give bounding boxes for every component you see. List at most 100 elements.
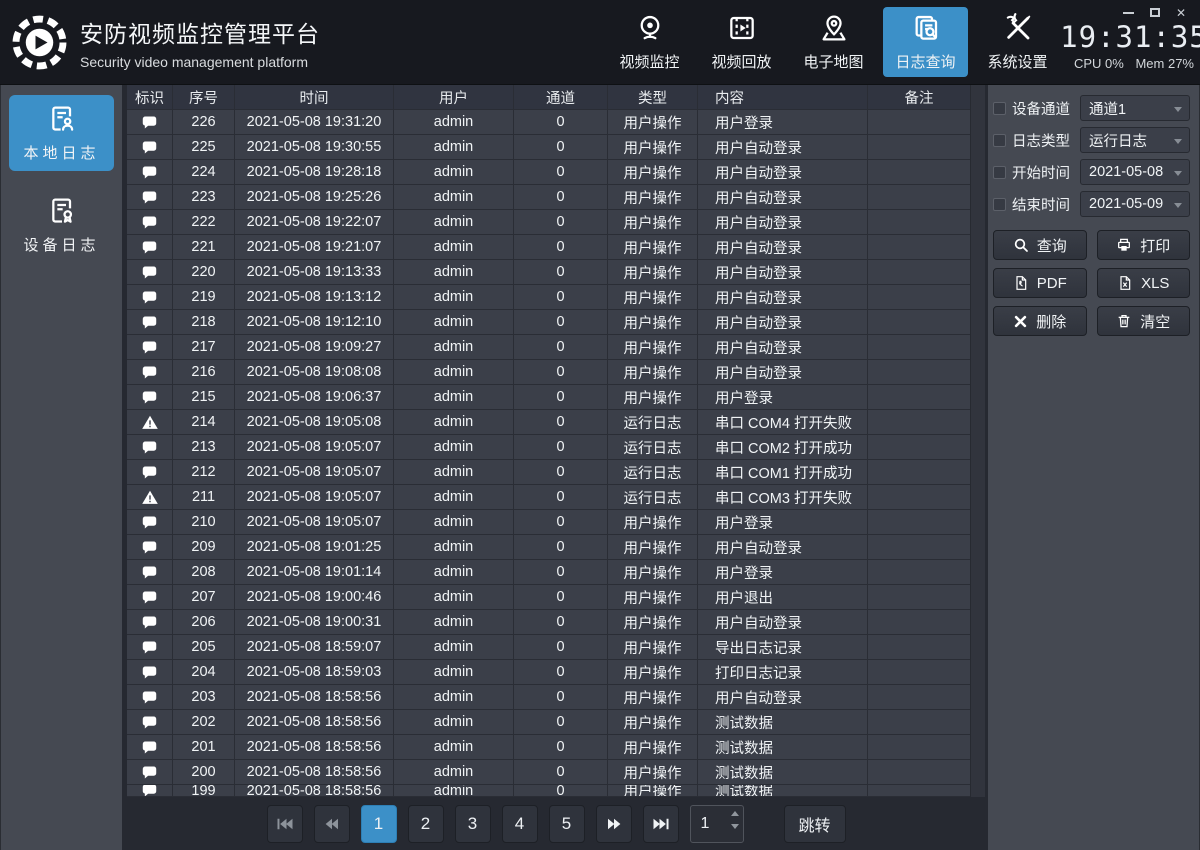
col-header-time: 时间 bbox=[235, 85, 394, 109]
last-page-icon bbox=[652, 817, 670, 831]
table-row[interactable]: 217 2021-05-08 19:09:27 admin 0 用户操作 用户自… bbox=[127, 335, 970, 360]
table-row[interactable]: 208 2021-05-08 19:01:14 admin 0 用户操作 用户登… bbox=[127, 560, 970, 585]
log-search-icon bbox=[910, 12, 942, 44]
table-row[interactable]: 223 2021-05-08 19:25:26 admin 0 用户操作 用户自… bbox=[127, 185, 970, 210]
maximize-icon[interactable] bbox=[1150, 8, 1160, 17]
pdf-file-icon bbox=[1013, 275, 1029, 291]
page-button[interactable]: 1 bbox=[361, 805, 397, 843]
close-icon[interactable]: ✕ bbox=[1176, 7, 1186, 19]
log-type-filter-checkbox[interactable] bbox=[993, 134, 1006, 147]
page-button[interactable]: 2 bbox=[408, 805, 444, 843]
end-time-filter-checkbox[interactable] bbox=[993, 198, 1006, 211]
table-row[interactable]: 214 2021-05-08 19:05:08 admin 0 运行日志 串口 … bbox=[127, 410, 970, 435]
page-button[interactable]: 3 bbox=[455, 805, 491, 843]
table-row[interactable]: 222 2021-05-08 19:22:07 admin 0 用户操作 用户自… bbox=[127, 210, 970, 235]
comment-icon bbox=[141, 114, 158, 131]
page-number-spinner[interactable] bbox=[690, 805, 744, 843]
col-header-number: 序号 bbox=[173, 85, 235, 109]
comment-icon bbox=[141, 689, 158, 706]
export-pdf-button[interactable]: PDF bbox=[993, 268, 1087, 298]
start-date-select[interactable]: 2021-05-08 bbox=[1080, 159, 1190, 185]
table-row[interactable]: 219 2021-05-08 19:13:12 admin 0 用户操作 用户自… bbox=[127, 285, 970, 310]
filter-start-time: 开始时间 2021-05-08 bbox=[993, 159, 1190, 185]
filter-device-channel: 设备通道 通道1 bbox=[993, 95, 1190, 121]
start-time-filter-checkbox[interactable] bbox=[993, 166, 1006, 179]
clear-button[interactable]: 清空 bbox=[1097, 306, 1191, 336]
page-button[interactable]: 4 bbox=[502, 805, 538, 843]
comment-icon bbox=[141, 464, 158, 481]
channel-select[interactable]: 通道1 bbox=[1080, 95, 1190, 121]
table-row[interactable]: 225 2021-05-08 19:30:55 admin 0 用户操作 用户自… bbox=[127, 135, 970, 160]
table-row[interactable]: 199 2021-05-08 18:58:56 admin 0 用户操作 测试数… bbox=[127, 785, 970, 797]
spinner-down-icon[interactable] bbox=[731, 824, 739, 829]
table-row[interactable]: 204 2021-05-08 18:59:03 admin 0 用户操作 打印日… bbox=[127, 660, 970, 685]
table-row[interactable]: 210 2021-05-08 19:05:07 admin 0 用户操作 用户登… bbox=[127, 510, 970, 535]
first-page-button[interactable] bbox=[267, 805, 303, 843]
nav-video-playback[interactable]: 视频回放 bbox=[699, 7, 784, 77]
search-button[interactable]: 查询 bbox=[993, 230, 1087, 260]
comment-icon bbox=[141, 764, 158, 781]
minimize-icon[interactable] bbox=[1123, 12, 1134, 14]
log-table: 标识 序号 时间 用户 通道 类型 内容 备注 226 2021-05-0 bbox=[127, 85, 970, 797]
table-row[interactable]: 213 2021-05-08 19:05:07 admin 0 运行日志 串口 … bbox=[127, 435, 970, 460]
table-row[interactable]: 201 2021-05-08 18:58:56 admin 0 用户操作 测试数… bbox=[127, 735, 970, 760]
table-row[interactable]: 215 2021-05-08 19:06:37 admin 0 用户操作 用户登… bbox=[127, 385, 970, 410]
sidebar-item-local-logs[interactable]: 本地日志 bbox=[9, 95, 114, 171]
export-xls-button[interactable]: XLS bbox=[1097, 268, 1191, 298]
comment-icon bbox=[141, 389, 158, 406]
table-row[interactable]: 200 2021-05-08 18:58:56 admin 0 用户操作 测试数… bbox=[127, 760, 970, 785]
log-table-header: 标识 序号 时间 用户 通道 类型 内容 备注 bbox=[127, 85, 970, 110]
local-log-icon bbox=[46, 103, 78, 135]
table-row[interactable]: 206 2021-05-08 19:00:31 admin 0 用户操作 用户自… bbox=[127, 610, 970, 635]
delete-button[interactable]: 删除 bbox=[993, 306, 1087, 336]
comment-icon bbox=[141, 714, 158, 731]
action-buttons: 查询 打印 PDF XL bbox=[993, 230, 1190, 336]
mem-usage: Mem 27% bbox=[1135, 56, 1194, 71]
system-status-box: ✕ 19:31:35 CPU 0% Mem 27% bbox=[1068, 0, 1200, 85]
table-scrollbar[interactable] bbox=[970, 85, 985, 797]
prev-page-button[interactable] bbox=[314, 805, 350, 843]
trash-icon bbox=[1116, 313, 1132, 329]
nav-system-settings[interactable]: 系统设置 bbox=[975, 7, 1060, 77]
print-button[interactable]: 打印 bbox=[1097, 230, 1191, 260]
table-row[interactable]: 220 2021-05-08 19:13:33 admin 0 用户操作 用户自… bbox=[127, 260, 970, 285]
table-row[interactable]: 211 2021-05-08 19:05:07 admin 0 运行日志 串口 … bbox=[127, 485, 970, 510]
next-page-button[interactable] bbox=[596, 805, 632, 843]
table-row[interactable]: 218 2021-05-08 19:12:10 admin 0 用户操作 用户自… bbox=[127, 310, 970, 335]
sidebar-item-device-logs[interactable]: 设备日志 bbox=[9, 187, 114, 263]
main-nav: 视频监控 视频回放 电子地图 bbox=[607, 7, 1060, 77]
channel-filter-checkbox[interactable] bbox=[993, 102, 1006, 115]
table-row[interactable]: 221 2021-05-08 19:21:07 admin 0 用户操作 用户自… bbox=[127, 235, 970, 260]
comment-icon bbox=[141, 189, 158, 206]
comment-icon bbox=[141, 539, 158, 556]
log-type-select[interactable]: 运行日志 bbox=[1080, 127, 1190, 153]
table-row[interactable]: 212 2021-05-08 19:05:07 admin 0 运行日志 串口 … bbox=[127, 460, 970, 485]
jump-button[interactable]: 跳转 bbox=[784, 805, 846, 843]
webcam-icon bbox=[634, 12, 666, 44]
comment-icon bbox=[141, 564, 158, 581]
table-row[interactable]: 209 2021-05-08 19:01:25 admin 0 用户操作 用户自… bbox=[127, 535, 970, 560]
comment-icon bbox=[141, 164, 158, 181]
nav-electronic-map[interactable]: 电子地图 bbox=[791, 7, 876, 77]
comment-icon bbox=[141, 739, 158, 756]
table-row[interactable]: 226 2021-05-08 19:31:20 admin 0 用户操作 用户登… bbox=[127, 110, 970, 135]
table-row[interactable]: 202 2021-05-08 18:58:56 admin 0 用户操作 测试数… bbox=[127, 710, 970, 735]
pagination-bar: 1 2 3 4 5 跳转 bbox=[127, 797, 985, 850]
spinner-up-icon[interactable] bbox=[731, 811, 739, 816]
end-date-select[interactable]: 2021-05-09 bbox=[1080, 191, 1190, 217]
nav-video-monitor[interactable]: 视频监控 bbox=[607, 7, 692, 77]
table-row[interactable]: 205 2021-05-08 18:59:07 admin 0 用户操作 导出日… bbox=[127, 635, 970, 660]
table-row[interactable]: 224 2021-05-08 19:28:18 admin 0 用户操作 用户自… bbox=[127, 160, 970, 185]
table-row[interactable]: 216 2021-05-08 19:08:08 admin 0 用户操作 用户自… bbox=[127, 360, 970, 385]
last-page-button[interactable] bbox=[643, 805, 679, 843]
nav-log-query[interactable]: 日志查询 bbox=[883, 7, 968, 77]
comment-icon bbox=[141, 239, 158, 256]
top-bar: 安防视频监控管理平台 Security video management pla… bbox=[0, 0, 1200, 85]
comment-icon bbox=[141, 314, 158, 331]
page-number-input[interactable] bbox=[691, 815, 725, 833]
resource-stats: CPU 0% Mem 27% bbox=[1070, 56, 1198, 71]
table-row[interactable]: 203 2021-05-08 18:58:56 admin 0 用户操作 用户自… bbox=[127, 685, 970, 710]
comment-icon bbox=[141, 785, 158, 796]
page-button[interactable]: 5 bbox=[549, 805, 585, 843]
table-row[interactable]: 207 2021-05-08 19:00:46 admin 0 用户操作 用户退… bbox=[127, 585, 970, 610]
